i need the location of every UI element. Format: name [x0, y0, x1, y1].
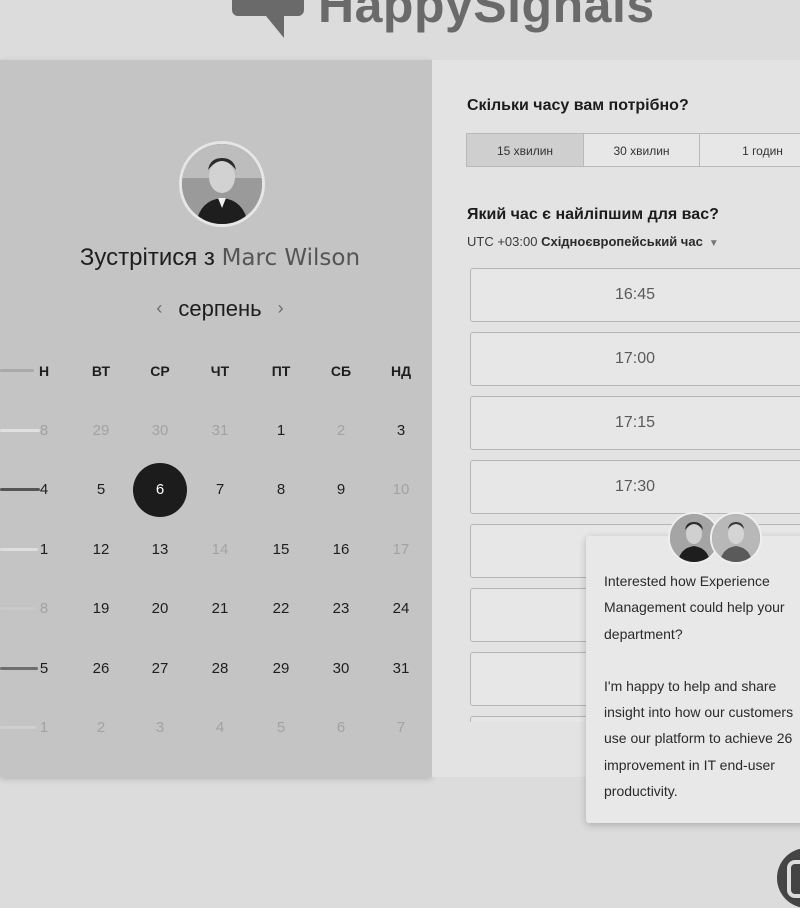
- calendar-day[interactable]: 9: [321, 470, 361, 510]
- meet-prefix: Зустрітися з: [79, 244, 215, 271]
- calendar-day[interactable]: 30: [321, 649, 361, 689]
- time-slot[interactable]: 17:00: [470, 332, 800, 386]
- calendar-day[interactable]: 20: [140, 589, 180, 629]
- time-slot[interactable]: 17:15: [470, 396, 800, 450]
- calendar-day[interactable]: 19: [81, 589, 121, 629]
- calendar-day[interactable]: 28: [200, 649, 240, 689]
- calendar-day: 17: [392, 541, 410, 558]
- person-avatar-icon: [712, 514, 760, 562]
- happysignals-logo-icon: [232, 0, 304, 38]
- calendar-day[interactable]: 21: [200, 589, 240, 629]
- calendar-day: 5: [276, 719, 286, 736]
- calendar-day: 6: [336, 719, 346, 736]
- time-slot[interactable]: 17:30: [470, 460, 800, 514]
- calendar-day: 2: [96, 719, 106, 736]
- calendar-day[interactable]: 22: [261, 589, 301, 629]
- calendar-day[interactable]: 3: [381, 411, 421, 451]
- calendar-day[interactable]: 13: [140, 530, 180, 570]
- calendar-day-selected[interactable]: 6: [140, 470, 180, 510]
- calendar-day[interactable]: 7: [200, 470, 240, 510]
- calendar-day: 1: [39, 719, 49, 736]
- calendar-week-row: 1 12 13 14 15 16 17: [0, 530, 432, 570]
- chat-launcher-icon[interactable]: [777, 848, 800, 908]
- host-name: Marc Wilson: [221, 245, 361, 271]
- person-avatar-icon: [182, 144, 262, 224]
- chat-popup[interactable]: Interested how Experience Management cou…: [586, 512, 800, 823]
- calendar-week-row: 4 5 6 7 8 9 10: [0, 463, 432, 517]
- calendar-week-row: 8 29 30 31 1 2 3: [0, 411, 432, 451]
- calendar-day[interactable]: 1: [24, 530, 64, 570]
- chat-bubble-icon: [787, 860, 800, 898]
- duration-tab-30[interactable]: 30 хвилин: [583, 133, 700, 167]
- calendar-day: 30: [151, 422, 169, 439]
- calendar-day: 8: [39, 422, 49, 439]
- chat-message-1: Interested how Experience Management cou…: [604, 573, 785, 642]
- caret-down-icon: ▼: [708, 238, 719, 249]
- weekday-header: ПТ: [271, 363, 291, 379]
- calendar-day: 4: [215, 719, 225, 736]
- calendar-day: 7: [396, 719, 406, 736]
- weekday-header: ВТ: [91, 363, 111, 379]
- chat-message-2: I'm happy to help and share insight into…: [604, 677, 794, 800]
- timezone-selector[interactable]: UTC +03:00 Східноєвропейський час ▼: [467, 234, 719, 249]
- chat-message: Interested how Experience Management cou…: [604, 568, 800, 804]
- calendar-day[interactable]: 24: [381, 589, 421, 629]
- calendar-day[interactable]: 31: [381, 649, 421, 689]
- calendar-day: 10: [392, 481, 410, 498]
- chat-avatar-2: [710, 512, 762, 564]
- calendar-day[interactable]: 4: [24, 470, 64, 510]
- timezone-name: Східноєвропейський час: [541, 234, 703, 249]
- calendar-day[interactable]: 12: [81, 530, 121, 570]
- weekday-header: НД: [390, 363, 412, 379]
- calendar-day: 8: [39, 600, 49, 617]
- duration-tab-15[interactable]: 15 хвилин: [466, 133, 584, 167]
- calendar-day[interactable]: 8: [261, 470, 301, 510]
- calendar-day[interactable]: 23: [321, 589, 361, 629]
- calendar-day: 29: [92, 422, 110, 439]
- month-navigation: ‹ серпень ›: [0, 296, 440, 322]
- calendar-week-row: 5 26 27 28 29 30 31: [0, 649, 432, 689]
- host-avatar: [179, 141, 265, 227]
- next-month-icon[interactable]: ›: [262, 298, 300, 319]
- weekday-header: ЧТ: [210, 363, 230, 379]
- calendar-day: 3: [155, 719, 165, 736]
- meeting-title: Зустрітися з Marc Wilson: [0, 244, 440, 272]
- calendar-day[interactable]: 1: [261, 411, 301, 451]
- calendar-day: 14: [211, 541, 229, 558]
- prev-month-icon[interactable]: ‹: [140, 298, 178, 319]
- header: HappySignals: [0, 0, 800, 60]
- duration-tab-60[interactable]: 1 годин: [699, 133, 800, 167]
- time-slot[interactable]: 16:45: [470, 268, 800, 322]
- weekday-header: СР: [150, 363, 170, 379]
- weekday-header: СБ: [330, 363, 352, 379]
- calendar-day[interactable]: 5: [81, 470, 121, 510]
- time-question: Який час є найліпшим для вас?: [467, 206, 719, 223]
- brand-name: HappySignals: [318, 0, 655, 33]
- calendar-day: 2: [336, 422, 346, 439]
- duration-tabs: 15 хвилин 30 хвилин 1 годин: [466, 133, 800, 169]
- weekday-header-row: Н ВТ СР ЧТ ПТ СБ НД: [0, 351, 432, 391]
- month-label: серпень: [178, 296, 262, 321]
- duration-question: Скільки часу вам потрібно?: [467, 97, 689, 114]
- calendar-day[interactable]: 5: [24, 649, 64, 689]
- calendar-day: 31: [211, 422, 229, 439]
- calendar-panel: Зустрітися з Marc Wilson ‹ серпень › Н ВТ …: [0, 60, 432, 777]
- calendar-day[interactable]: 16: [321, 530, 361, 570]
- weekday-header: Н: [38, 363, 50, 379]
- calendar-day[interactable]: 26: [81, 649, 121, 689]
- calendar-day[interactable]: 15: [261, 530, 301, 570]
- calendar-week-row: 1 2 3 4 5 6 7: [0, 708, 432, 748]
- calendar-day[interactable]: 29: [261, 649, 301, 689]
- calendar-week-row: 8 19 20 21 22 23 24: [0, 589, 432, 629]
- calendar-day[interactable]: 27: [140, 649, 180, 689]
- timezone-offset: UTC +03:00: [467, 234, 538, 249]
